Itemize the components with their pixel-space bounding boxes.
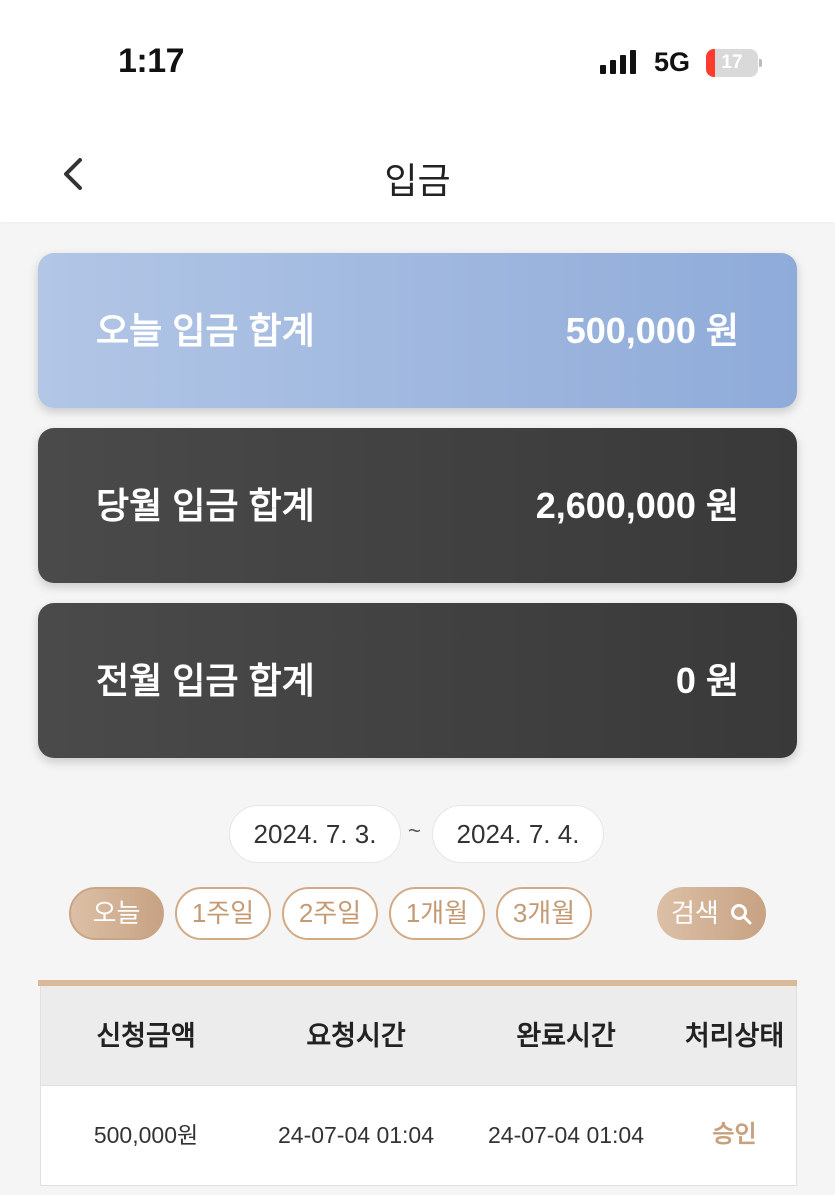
status-badge: 승인 [712, 1121, 757, 1148]
cell-amount: 500,000원 [93, 1122, 199, 1148]
header-status: 처리상태 [684, 1021, 785, 1051]
table-row[interactable]: 500,000원 24-07-04 01:04 24-07-04 01:04 승… [40, 1086, 797, 1186]
header-complete-time: 완료시간 [516, 1021, 616, 1051]
filter-1month-button[interactable]: 1개월 [389, 887, 485, 940]
top-bar: 1:17 5G 17 입금 [0, 0, 835, 222]
page-title: 입금 [384, 160, 451, 201]
month-deposit-label: 당월 입금 합계 [96, 485, 315, 526]
signal-icon [600, 50, 636, 74]
end-date-picker[interactable]: 2024. 7. 4. [432, 805, 604, 863]
status-time: 1:17 [118, 42, 185, 80]
today-deposit-card: 오늘 입금 합계 500,000 원 [38, 253, 797, 408]
prev-month-deposit-label: 전월 입금 합계 [96, 660, 315, 701]
month-deposit-amount: 2,600,000 원 [535, 485, 739, 526]
search-icon [731, 904, 752, 925]
search-label: 검색 [671, 898, 719, 928]
today-deposit-label: 오늘 입금 합계 [96, 310, 315, 351]
cell-request-time: 24-07-04 01:04 [277, 1122, 434, 1148]
filter-2week-button[interactable]: 2주일 [282, 887, 378, 940]
header-amount: 신청금액 [96, 1021, 196, 1051]
filter-1week-button[interactable]: 1주일 [175, 887, 271, 940]
start-date-picker[interactable]: 2024. 7. 3. [229, 805, 401, 863]
table-header: 신청금액 요청시간 완료시간 처리상태 [40, 986, 797, 1086]
filter-3month-button[interactable]: 3개월 [496, 887, 592, 940]
prev-month-deposit-card: 전월 입금 합계 0 원 [38, 603, 797, 758]
date-separator: ~ [408, 818, 421, 843]
header-request-time: 요청시간 [306, 1021, 406, 1051]
prev-month-deposit-amount: 0 원 [675, 660, 739, 701]
month-deposit-card: 당월 입금 합계 2,600,000 원 [38, 428, 797, 583]
battery-icon: 17 [706, 49, 762, 77]
today-deposit-amount: 500,000 원 [565, 310, 739, 351]
filter-today-button[interactable]: 오늘 [69, 887, 164, 940]
network-type: 5G [654, 47, 691, 77]
battery-percent: 17 [721, 52, 743, 73]
cell-complete-time: 24-07-04 01:04 [487, 1122, 644, 1148]
search-button[interactable]: 검색 [657, 887, 766, 940]
deposit-table: 신청금액 요청시간 완료시간 처리상태 500,000원 24-07-04 01… [38, 980, 797, 1195]
